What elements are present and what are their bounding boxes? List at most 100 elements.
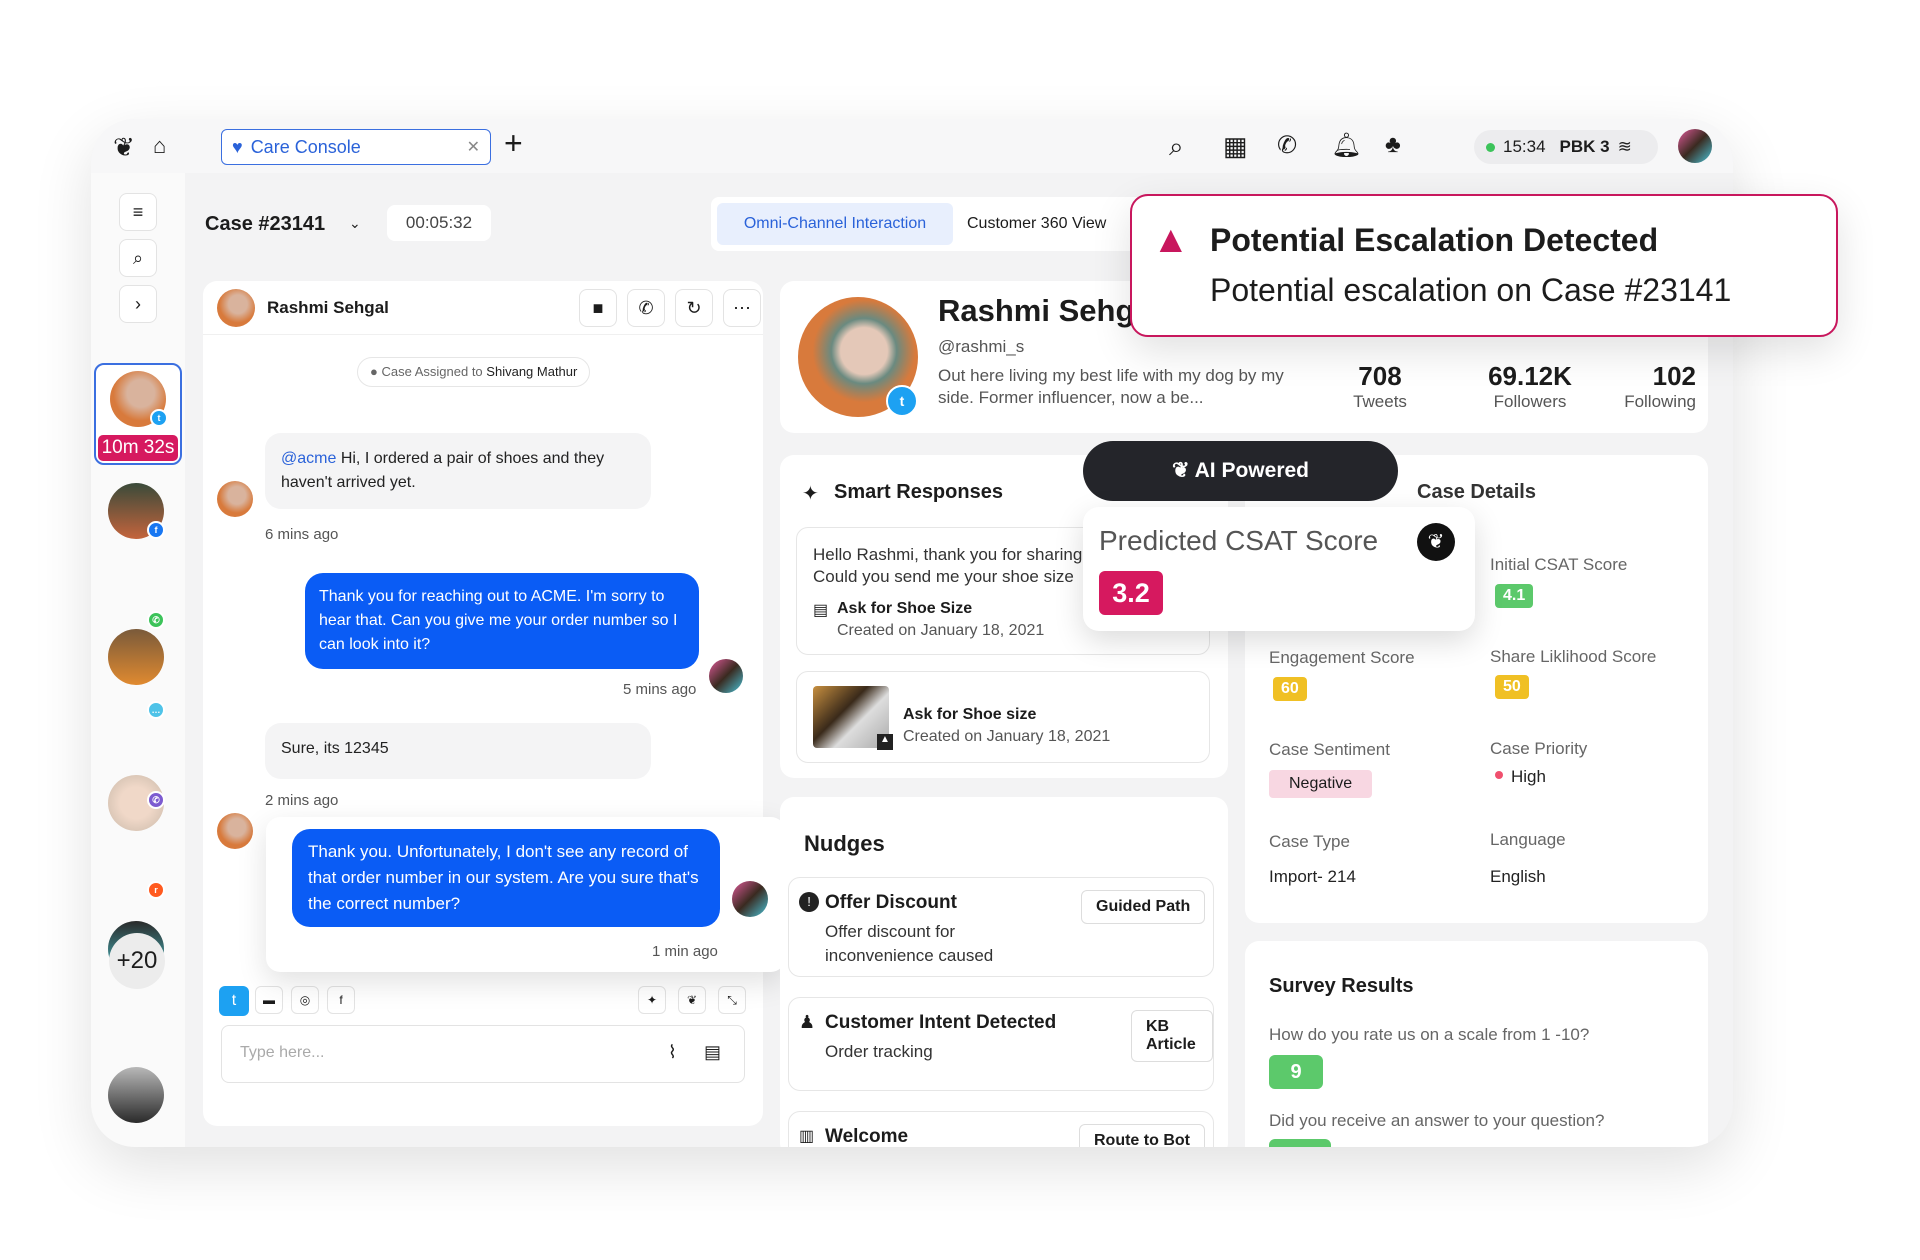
section-title: Nudges: [804, 831, 885, 856]
lightbulb-icon: ✦: [802, 483, 819, 505]
nudge-offer-discount[interactable]: ! Offer Discount Offer discount for inco…: [788, 877, 1214, 977]
nudge-desc: Order tracking: [825, 1042, 933, 1061]
whatsapp-channel-icon[interactable]: ◎: [291, 986, 319, 1014]
chat-panel: Rashmi Sehgal ■ ✆ ↻ ⋯ ● Case Assigned to…: [203, 281, 763, 1126]
field-label: Case Priority: [1490, 739, 1588, 758]
ai-powered-pill: ❦ AI Powered: [1083, 441, 1398, 501]
conversation-item-active[interactable]: t 10m 32s: [94, 363, 182, 465]
section-title: Survey Results: [1269, 975, 1414, 997]
conversation-timer: 10m 32s: [98, 435, 178, 461]
more-icon[interactable]: ⋯: [723, 289, 761, 327]
mention[interactable]: @acme: [281, 450, 336, 467]
brand-logo-icon: ❦: [1417, 523, 1455, 561]
case-type-value: Import- 214: [1269, 867, 1356, 886]
chevron-down-icon[interactable]: ⌄: [349, 215, 361, 232]
survey-answer: 9: [1269, 1055, 1323, 1089]
field-label: Case Sentiment: [1269, 740, 1390, 759]
close-icon[interactable]: ✕: [467, 137, 480, 157]
contact-avatar: [217, 289, 255, 327]
agent-avatar: [709, 659, 743, 693]
sentiment-chip: Negative: [1269, 770, 1373, 798]
message-input[interactable]: Type here... ⌇ ▤: [221, 1025, 745, 1083]
agent-avatar: [732, 881, 768, 917]
home-icon[interactable]: ⌂: [153, 133, 166, 159]
team-icon[interactable]: ♣: [1385, 131, 1401, 159]
survey-question: How do you rate us on a scale from 1 -10…: [1269, 1025, 1590, 1044]
nudge-customer-intent[interactable]: ♟ Customer Intent Detected Order trackin…: [788, 997, 1214, 1091]
alert-icon: !: [799, 892, 819, 912]
nudge-title: Customer Intent Detected: [825, 1012, 1057, 1033]
language-value: English: [1490, 867, 1546, 886]
conversation-item[interactable]: [108, 1067, 164, 1123]
response-date: Created on January 18, 2021: [837, 622, 1045, 639]
video-call-icon[interactable]: ■: [579, 289, 617, 327]
facebook-icon: f: [147, 521, 165, 539]
twitter-icon: t: [150, 409, 168, 427]
stat-followers: 69.12K Followers: [1470, 361, 1590, 412]
escalation-alert[interactable]: ▲ Potential Escalation Detected Potentia…: [1130, 194, 1838, 337]
menu-icon[interactable]: ≡: [119, 193, 157, 231]
contact-avatar: [217, 481, 253, 517]
field-label: Initial CSAT Score: [1490, 555, 1628, 574]
profile-bio: Out here living my best life with my dog…: [938, 366, 1284, 407]
user-avatar[interactable]: [1678, 129, 1712, 163]
phone-icon[interactable]: ✆: [1277, 131, 1297, 160]
facebook-channel-icon[interactable]: f: [327, 986, 355, 1014]
add-tab-icon[interactable]: +: [504, 125, 523, 162]
document-icon: ▤: [813, 602, 829, 619]
more-conversations[interactable]: +20: [109, 933, 165, 989]
assignee-name: Shivang Mathur: [486, 364, 578, 379]
field-label: Share Liklihood Score: [1490, 647, 1657, 666]
chevron-right-icon[interactable]: ›: [119, 285, 157, 323]
nudge-welcome[interactable]: ▥ Welcome Route to Bot: [788, 1111, 1214, 1147]
profile-handle: @rashmi_s: [938, 337, 1025, 356]
status-pill[interactable]: 15:34 PBK 3 ≋: [1474, 130, 1658, 164]
response-title: Ask for Shoe Size: [837, 600, 973, 617]
message-time: 2 mins ago: [265, 792, 339, 809]
attachment-icon[interactable]: ⌇: [668, 1042, 677, 1063]
template-icon[interactable]: ▤: [704, 1042, 721, 1063]
nudge-title: Offer Discount: [825, 892, 957, 913]
refresh-icon[interactable]: ↻: [675, 289, 713, 327]
route-to-bot-button[interactable]: Route to Bot: [1079, 1124, 1205, 1147]
stat-value: 69.12K: [1488, 361, 1572, 391]
conversation-item[interactable]: [108, 629, 164, 685]
contact-avatar: [217, 813, 253, 849]
search-icon[interactable]: ⌕: [1169, 131, 1184, 163]
alert-message: Potential escalation on Case #23141: [1210, 272, 1732, 308]
field-label: Language: [1490, 830, 1566, 849]
tab-care-console[interactable]: ♥ Care Console ✕: [221, 129, 491, 165]
station: PBK 3: [1559, 137, 1610, 156]
tab-omni-channel[interactable]: Omni-Channel Interaction: [717, 203, 953, 245]
stat-label: Followers: [1493, 392, 1567, 411]
priority-dot-icon: [1495, 771, 1503, 779]
guided-path-button[interactable]: Guided Path: [1081, 890, 1206, 924]
stat-value: 102: [1652, 361, 1696, 391]
phone-icon[interactable]: ✆: [627, 289, 665, 327]
response-title: Ask for Shoe size: [903, 706, 1037, 723]
reddit-icon: r: [147, 881, 165, 899]
bell-icon[interactable]: 🔔︎: [1331, 131, 1361, 160]
priority-value: High: [1511, 767, 1546, 786]
apps-grid-icon[interactable]: ▦: [1223, 131, 1248, 162]
left-rail: ≡ ⌕ › t 10m 32s f ✆ … ✆ r +20: [91, 173, 185, 1147]
lightbulb-icon[interactable]: ✦: [638, 986, 666, 1014]
warning-icon: ▲: [1152, 219, 1190, 261]
whatsapp-icon: ✆: [147, 611, 165, 629]
person-icon: ♟: [799, 1012, 816, 1032]
twitter-channel-icon[interactable]: t: [219, 986, 249, 1016]
smart-response-item[interactable]: ▲ Ask for Shoe size Created on January 1…: [796, 671, 1210, 763]
expand-icon[interactable]: ⤡: [718, 986, 746, 1014]
bot-icon: ▥: [799, 1128, 815, 1145]
message-outgoing: Thank you. Unfortunately, I don't see an…: [292, 829, 720, 927]
ai-assist-icon[interactable]: ❦: [678, 986, 706, 1014]
kb-article-button[interactable]: KB Article: [1131, 1010, 1213, 1062]
input-placeholder: Type here...: [240, 1044, 325, 1061]
tab-label: Care Console: [250, 136, 361, 157]
search-icon[interactable]: ⌕: [119, 239, 157, 277]
survey-question: Did you receive an answer to your questi…: [1269, 1111, 1605, 1130]
viber-icon: ✆: [147, 791, 165, 809]
sms-channel-icon[interactable]: ▬: [255, 986, 283, 1014]
tab-customer-360[interactable]: Customer 360 View: [967, 203, 1106, 245]
user-icon: ●: [370, 364, 378, 379]
